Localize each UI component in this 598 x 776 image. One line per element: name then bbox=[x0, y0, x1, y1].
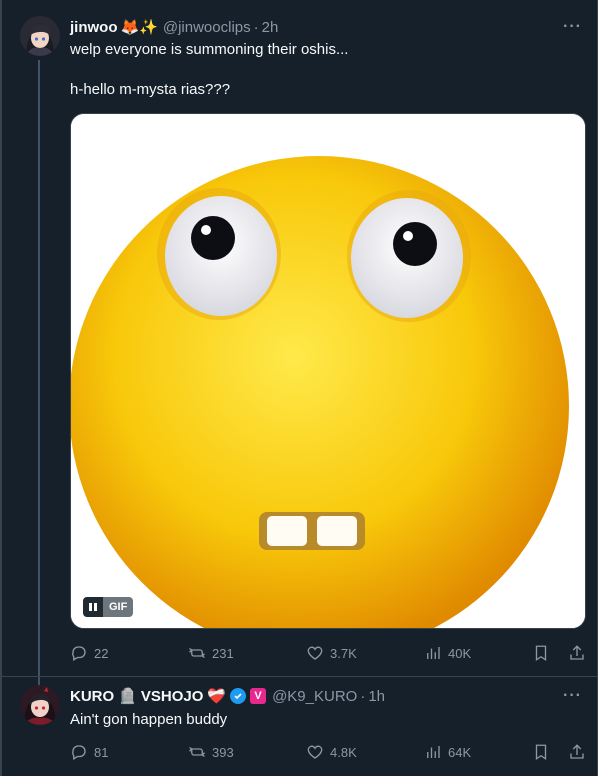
views-count: 40K bbox=[448, 645, 472, 661]
gif-label: GIF bbox=[103, 597, 134, 617]
repost-count: 393 bbox=[212, 744, 234, 760]
verified-icon[interactable] bbox=[230, 688, 247, 704]
like-count: 3.7K bbox=[330, 645, 357, 661]
repost-icon bbox=[189, 746, 205, 758]
reply-icon bbox=[72, 745, 86, 760]
like-icon bbox=[307, 745, 323, 759]
more-icon[interactable]: ··· bbox=[563, 18, 582, 36]
name-emojis: 🪦 bbox=[118, 688, 137, 705]
avatar[interactable] bbox=[20, 685, 60, 725]
repost-button[interactable]: 393 bbox=[188, 743, 306, 761]
tweet-jinwoo[interactable]: jinwoo 🦊✨ @jinwooclips · 2h ··· welp eve… bbox=[0, 0, 598, 688]
right-actions bbox=[532, 743, 586, 761]
bookmark-icon[interactable] bbox=[532, 743, 550, 761]
views-icon bbox=[427, 746, 440, 758]
tweet-header: jinwoo 🦊✨ @jinwooclips · 2h bbox=[70, 18, 279, 37]
repost-count: 231 bbox=[212, 645, 234, 661]
pause-icon[interactable] bbox=[83, 597, 103, 617]
like-button[interactable]: 3.7K bbox=[306, 644, 424, 662]
timestamp[interactable]: 2h bbox=[262, 19, 279, 36]
reply-icon bbox=[72, 646, 86, 661]
repost-icon bbox=[189, 647, 205, 659]
views-icon bbox=[427, 647, 440, 659]
reply-button[interactable]: 22 bbox=[70, 644, 188, 662]
share-icon[interactable] bbox=[568, 644, 586, 662]
tweet-header: KURO 🪦 VSHOJO ❤️‍🩹 V @K9_KURO · 1h bbox=[70, 687, 385, 706]
gif-badge[interactable]: GIF bbox=[83, 597, 134, 617]
gif-media[interactable]: GIF bbox=[70, 113, 586, 629]
tweet-text: welp everyone is summoning their oshis..… bbox=[70, 41, 349, 98]
separator-dot: · bbox=[253, 18, 259, 36]
action-bar: 22 231 3.7K 40K bbox=[70, 643, 586, 663]
avatar[interactable] bbox=[20, 16, 60, 56]
more-icon[interactable]: ··· bbox=[563, 687, 582, 705]
reply-count: 22 bbox=[94, 645, 109, 661]
like-icon bbox=[307, 646, 323, 660]
like-count: 4.8K bbox=[330, 744, 357, 760]
thread-line bbox=[38, 60, 40, 688]
display-name[interactable]: jinwoo bbox=[70, 19, 118, 36]
reply-button[interactable]: 81 bbox=[70, 743, 188, 761]
reply-count: 81 bbox=[94, 744, 109, 760]
display-name-part1[interactable]: KURO bbox=[70, 688, 114, 705]
right-actions bbox=[532, 644, 586, 662]
emoji-face-image bbox=[71, 114, 585, 628]
action-bar: 81 393 4.8K 64K bbox=[70, 742, 586, 762]
bookmark-icon[interactable] bbox=[532, 644, 550, 662]
separator-dot: · bbox=[360, 687, 366, 705]
repost-button[interactable]: 231 bbox=[188, 644, 306, 662]
display-name-part2[interactable]: VSHOJO bbox=[141, 688, 204, 705]
handle[interactable]: @K9_KURO bbox=[272, 688, 357, 705]
handle[interactable]: @jinwooclips bbox=[163, 19, 251, 36]
views-button[interactable]: 64K bbox=[424, 743, 504, 761]
affiliate-badge[interactable]: V bbox=[250, 688, 267, 704]
views-button[interactable]: 40K bbox=[424, 644, 504, 662]
timestamp[interactable]: 1h bbox=[368, 688, 385, 705]
heart-emoji: ❤️‍🩹 bbox=[207, 688, 227, 705]
tweet-kuro[interactable]: KURO 🪦 VSHOJO ❤️‍🩹 V @K9_KURO · 1h ··· A… bbox=[0, 677, 598, 776]
like-button[interactable]: 4.8K bbox=[306, 743, 424, 761]
share-icon[interactable] bbox=[568, 743, 586, 761]
views-count: 64K bbox=[448, 744, 472, 760]
tweet-text: Ain't gon happen buddy bbox=[70, 711, 228, 728]
name-emojis: 🦊✨ bbox=[120, 19, 158, 36]
